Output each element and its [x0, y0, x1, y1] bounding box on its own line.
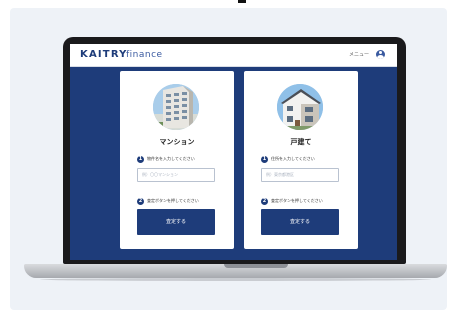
laptop-base — [24, 264, 447, 278]
step-1: 1 物件名を入力してください — [137, 155, 195, 163]
property-name-input[interactable]: 例）〇〇マンション — [137, 168, 215, 182]
step-2-label: 査定ボタンを押してください — [271, 198, 323, 203]
brand-logo[interactable]: KAITRY — [80, 49, 128, 61]
card-title: 戸建て — [290, 138, 312, 146]
card-mansion: マンション 1 物件名を入力してください 例）〇〇マンション 2 査定ボタンを押… — [120, 71, 234, 249]
step-2: 2 査定ボタンを押してください — [137, 197, 199, 205]
laptop-notch — [224, 264, 288, 268]
step-2: 2 査定ボタンを押してください — [261, 197, 323, 205]
apartment-building-image — [153, 84, 199, 130]
step-1: 1 住所を入力してください — [261, 155, 315, 163]
house-image — [277, 84, 323, 130]
assess-button[interactable]: 査定する — [261, 209, 339, 235]
step-1-label: 物件名を入力してください — [147, 156, 195, 161]
brand-subtitle: finance — [126, 50, 163, 60]
house-photo — [277, 84, 323, 130]
laptop-screen: KAITRY finance メニュー マンション 1 物件名を入力してください… — [70, 44, 397, 260]
card-house: 戸建て 1 住所を入力してください 例）東京都港区 2 査定ボタンを押してくださ… — [244, 71, 358, 249]
step-number-badge: 2 — [261, 197, 268, 205]
step-number-badge: 1 — [137, 155, 144, 163]
step-number-badge: 1 — [261, 155, 268, 163]
mansion-photo — [153, 84, 199, 130]
step-1-label: 住所を入力してください — [271, 156, 315, 161]
assess-button[interactable]: 査定する — [137, 209, 215, 235]
laptop-shadow — [40, 278, 431, 281]
user-icon[interactable] — [376, 50, 385, 59]
card-title: マンション — [159, 138, 195, 146]
input-placeholder: 例）東京都港区 — [266, 172, 294, 177]
step-2-label: 査定ボタンを押してください — [147, 198, 199, 203]
decorative-dash — [238, 0, 246, 3]
input-placeholder: 例）〇〇マンション — [142, 172, 178, 177]
app-header: KAITRY finance メニュー — [70, 44, 397, 67]
step-number-badge: 2 — [137, 197, 144, 205]
menu-button[interactable]: メニュー — [349, 52, 369, 58]
address-input[interactable]: 例）東京都港区 — [261, 168, 339, 182]
